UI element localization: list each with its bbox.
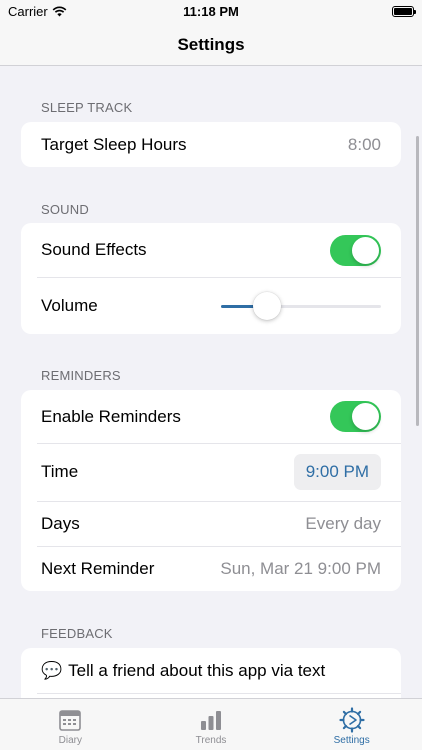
page-title: Settings — [177, 34, 245, 54]
reminder-time-label: Time — [41, 462, 79, 481]
tab-diary[interactable]: Diary — [0, 699, 141, 750]
enable-reminders-row: Enable Reminders — [21, 390, 401, 443]
reminder-days-value: Every day — [305, 513, 381, 533]
volume-slider[interactable] — [221, 291, 381, 321]
navigation-bar: Settings — [0, 24, 422, 66]
scroll-indicator[interactable] — [416, 136, 419, 426]
tab-bar: Diary Trends Settings — [0, 698, 422, 750]
sound-group: Sound Effects Volume — [21, 223, 401, 334]
speech-bubble-icon: 💬 — [41, 660, 63, 680]
toggle-knob — [352, 236, 379, 264]
reminder-days-row[interactable]: Days Every day — [21, 501, 401, 546]
tell-friend-row[interactable]: 💬 Tell a friend about this app via text — [21, 648, 401, 693]
reminder-time-row: Time 9:00 PM — [21, 443, 401, 501]
toggle-knob — [352, 403, 379, 430]
gear-icon — [339, 707, 365, 733]
target-sleep-hours-value: 8:00 — [347, 134, 381, 154]
reminders-group: Enable Reminders Time 9:00 PM Days Every… — [21, 390, 401, 591]
sound-effects-label: Sound Effects — [41, 240, 147, 259]
next-reminder-value: Sun, Mar 21 9:00 PM — [220, 558, 381, 578]
next-reminder-row: Next Reminder Sun, Mar 21 9:00 PM — [21, 546, 401, 591]
tell-friend-label: Tell a friend about this app via text — [68, 660, 326, 680]
sleep-track-group: Target Sleep Hours 8:00 — [21, 122, 401, 167]
tab-settings[interactable]: Settings — [281, 699, 422, 750]
tab-trends[interactable]: Trends — [141, 699, 282, 750]
tab-label-diary: Diary — [58, 735, 82, 746]
battery-icon — [392, 6, 416, 17]
feedback-group: 💬 Tell a friend about this app via text — [21, 648, 401, 698]
target-sleep-hours-label: Target Sleep Hours — [41, 134, 187, 154]
section-header-sleep-track: SLEEP TRACK — [41, 100, 133, 115]
section-header-sound: SOUND — [41, 202, 89, 217]
reminder-time-picker[interactable]: 9:00 PM — [293, 454, 381, 490]
calendar-icon — [59, 710, 82, 731]
section-header-reminders: REMINDERS — [41, 368, 121, 383]
enable-reminders-label: Enable Reminders — [41, 406, 181, 426]
section-header-feedback: FEEDBACK — [41, 626, 113, 641]
tab-label-settings: Settings — [333, 735, 370, 746]
sound-effects-toggle[interactable] — [330, 234, 381, 266]
tab-label-trends: Trends — [195, 735, 227, 746]
enable-reminders-toggle[interactable] — [330, 401, 381, 432]
volume-label: Volume — [41, 295, 98, 315]
next-reminder-label: Next Reminder — [41, 558, 155, 578]
target-sleep-hours-row[interactable]: Target Sleep Hours 8:00 — [21, 122, 401, 167]
status-time: 11:18 PM — [183, 4, 239, 19]
status-bar: Carrier 11:18 PM — [0, 0, 422, 24]
settings-list[interactable]: SLEEP TRACK Target Sleep Hours 8:00 SOUN… — [0, 66, 422, 698]
sound-effects-row: Sound Effects — [21, 223, 401, 277]
bar-chart-icon — [201, 711, 221, 730]
volume-row: Volume — [21, 277, 401, 334]
volume-slider-thumb[interactable] — [253, 291, 282, 320]
reminder-days-label: Days — [41, 513, 80, 533]
